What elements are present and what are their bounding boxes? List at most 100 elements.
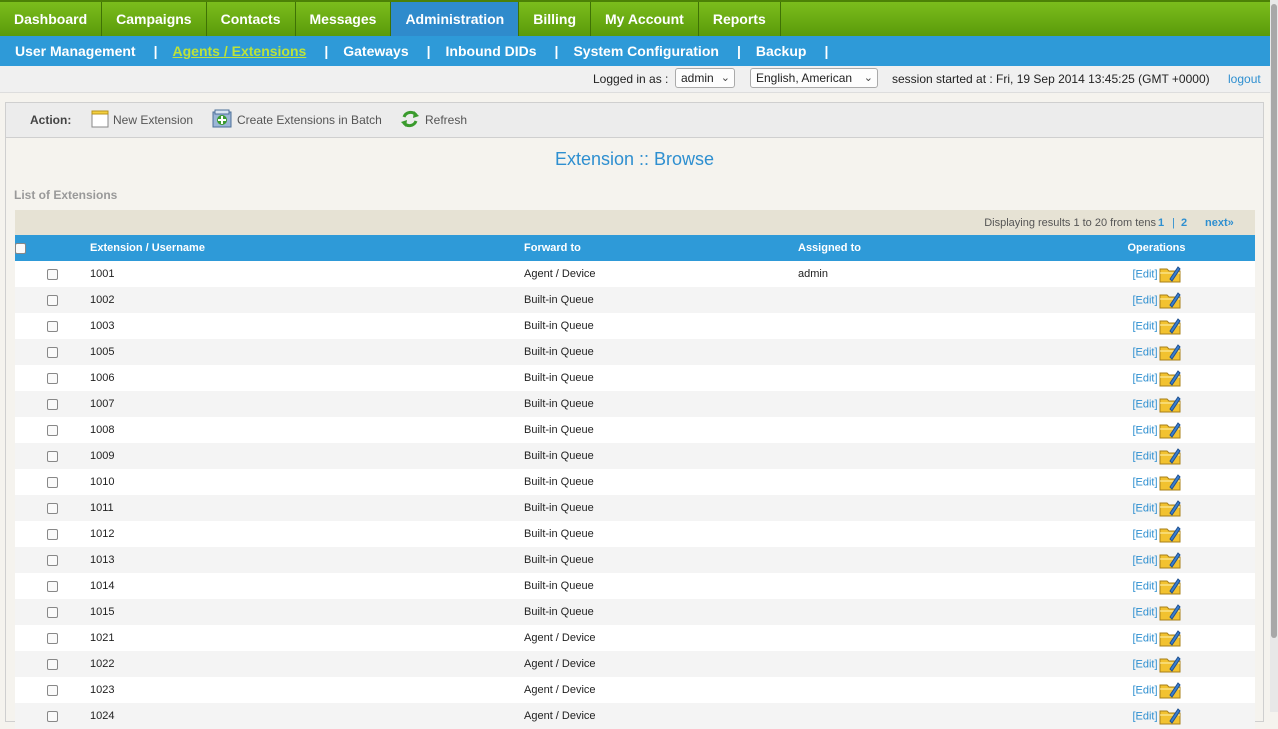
row-checkbox[interactable] [47,632,58,644]
column-header-extension[interactable]: Extension / Username [90,235,524,261]
row-checkbox[interactable] [47,606,58,618]
nav-contacts[interactable]: Contacts [207,2,296,36]
edit-link[interactable]: [Edit] [1132,528,1157,540]
edit-link[interactable]: [Edit] [1132,294,1157,306]
user-select[interactable]: admin ⌄ [675,68,735,88]
nav-messages[interactable]: Messages [296,2,392,36]
extension-cell: 1005 [90,339,524,365]
subnav-gateways[interactable]: Gateways [328,43,408,59]
create-batch-button[interactable]: Create Extensions in Batch [211,109,382,131]
logout-link[interactable]: logout [1228,72,1261,86]
row-checkbox[interactable] [47,658,58,670]
edit-folder-icon[interactable] [1159,445,1181,468]
edit-folder-icon[interactable] [1159,315,1181,338]
edit-link[interactable]: [Edit] [1132,320,1157,332]
edit-link[interactable]: [Edit] [1132,554,1157,566]
nav-dashboard[interactable]: Dashboard [0,2,103,36]
row-checkbox[interactable] [47,684,58,696]
subnav-agents-extensions[interactable]: Agents / Extensions [158,43,307,59]
subnav-system-configuration[interactable]: System Configuration [558,43,718,59]
edit-folder-icon[interactable] [1159,393,1181,416]
new-extension-button[interactable]: New Extension [91,109,193,131]
edit-folder-icon[interactable] [1159,627,1181,650]
page-link-2[interactable]: 2 [1181,217,1187,229]
edit-folder-icon[interactable] [1159,419,1181,442]
edit-link[interactable]: [Edit] [1132,632,1157,644]
operations-cell: [Edit] [1058,703,1255,729]
edit-folder-icon[interactable] [1159,679,1181,702]
operations-cell: [Edit] [1058,443,1255,469]
edit-link[interactable]: [Edit] [1132,398,1157,410]
edit-link[interactable]: [Edit] [1132,372,1157,384]
row-checkbox[interactable] [47,554,58,566]
edit-link[interactable]: [Edit] [1132,268,1157,280]
vertical-scrollbar[interactable] [1270,0,1278,712]
row-checkbox[interactable] [47,528,58,540]
column-header-forward[interactable]: Forward to [524,235,798,261]
list-title: List of Extensions [14,188,118,202]
edit-link[interactable]: [Edit] [1132,450,1157,462]
edit-link[interactable]: [Edit] [1132,424,1157,436]
edit-folder-icon[interactable] [1159,601,1181,624]
assigned-cell [798,677,1058,703]
edit-folder-icon[interactable] [1159,341,1181,364]
edit-link[interactable]: [Edit] [1132,580,1157,592]
refresh-button[interactable]: Refresh [399,109,467,131]
edit-folder-icon[interactable] [1159,367,1181,390]
edit-link[interactable]: [Edit] [1132,658,1157,670]
nav-my-account[interactable]: My Account [591,2,699,36]
edit-link[interactable]: [Edit] [1132,502,1157,514]
row-checkbox[interactable] [47,502,58,514]
refresh-label: Refresh [425,113,468,127]
subnav-backup[interactable]: Backup [741,43,807,59]
nav-administration[interactable]: Administration [391,2,520,36]
edit-folder-icon[interactable] [1159,263,1181,286]
row-checkbox[interactable] [47,710,58,722]
subnav-user-management[interactable]: User Management [0,43,136,59]
edit-link[interactable]: [Edit] [1132,606,1157,618]
assigned-cell [798,625,1058,651]
row-checkbox[interactable] [47,580,58,592]
edit-folder-icon[interactable] [1159,471,1181,494]
subnav-inbound-dids[interactable]: Inbound DIDs [431,43,537,59]
page-link-1[interactable]: 1 [1158,217,1164,229]
row-checkbox-cell [15,287,90,313]
edit-folder-icon[interactable] [1159,289,1181,312]
row-checkbox[interactable] [47,346,58,358]
next-page-link[interactable]: next» [1205,217,1234,229]
nav-billing[interactable]: Billing [519,2,591,36]
table-row: 1023 Agent / Device [Edit] [15,677,1255,703]
edit-folder-icon[interactable] [1159,549,1181,572]
forward-cell: Built-in Queue [524,287,798,313]
edit-folder-icon[interactable] [1159,653,1181,676]
row-checkbox[interactable] [47,424,58,436]
scrollbar-thumb[interactable] [1271,4,1277,638]
table-row: 1003 Built-in Queue [Edit] [15,313,1255,339]
refresh-icon [399,108,421,133]
row-checkbox[interactable] [47,476,58,488]
nav-reports[interactable]: Reports [699,2,781,36]
edit-link[interactable]: [Edit] [1132,684,1157,696]
chevron-down-icon: ⌄ [863,72,873,84]
select-all-checkbox[interactable] [15,242,26,254]
edit-link[interactable]: [Edit] [1132,346,1157,358]
subnav-separator: | [554,43,559,59]
row-checkbox[interactable] [47,450,58,462]
language-select[interactable]: English, American ⌄ [750,68,878,88]
row-checkbox[interactable] [47,398,58,410]
column-header-assigned[interactable]: Assigned to [798,235,1058,261]
row-checkbox[interactable] [47,268,58,280]
row-checkbox[interactable] [47,294,58,306]
edit-link[interactable]: [Edit] [1132,476,1157,488]
nav-campaigns[interactable]: Campaigns [102,2,207,36]
assigned-cell [798,443,1058,469]
edit-folder-icon[interactable] [1159,705,1181,728]
edit-folder-icon[interactable] [1159,575,1181,598]
edit-folder-icon[interactable] [1159,523,1181,546]
extension-cell: 1007 [90,391,524,417]
row-checkbox[interactable] [47,320,58,332]
row-checkbox[interactable] [47,372,58,384]
extension-cell: 1022 [90,651,524,677]
edit-folder-icon[interactable] [1159,497,1181,520]
table-header-row: Extension / Username Forward to Assigned… [15,235,1255,261]
